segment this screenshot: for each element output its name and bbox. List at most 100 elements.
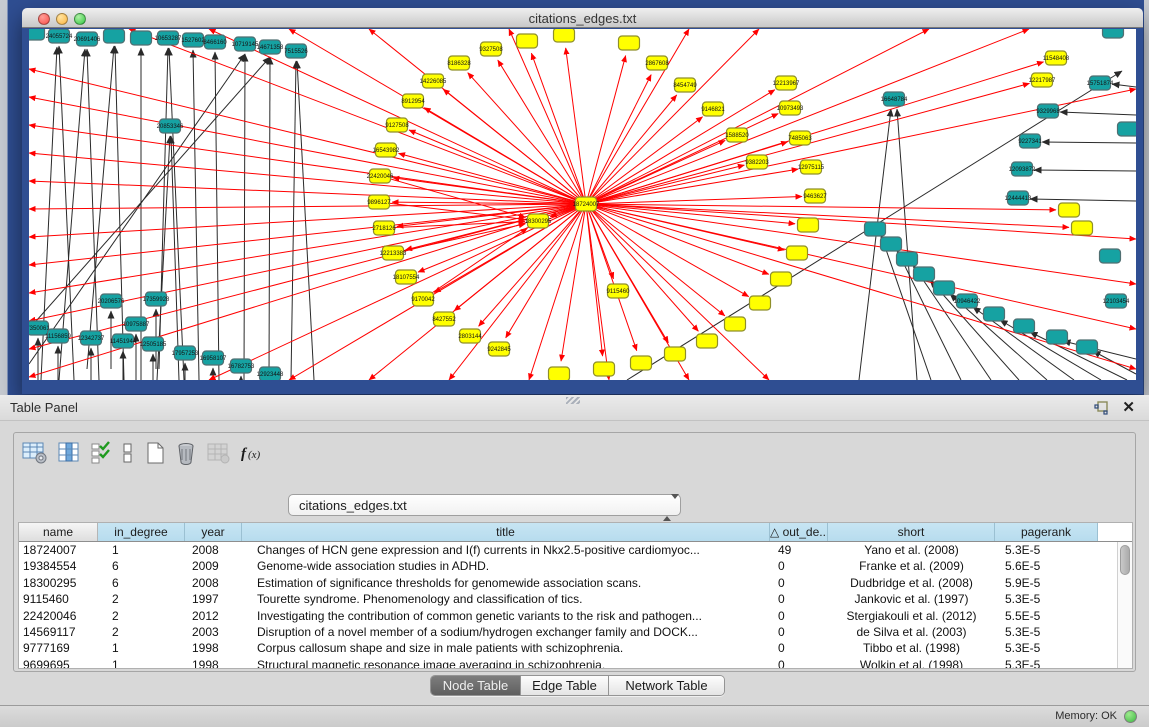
graph-edge[interactable] [586, 204, 1069, 227]
table-cell[interactable]: 2008 [185, 575, 242, 591]
graph-node[interactable]: 12093872 [1009, 162, 1036, 176]
graph-node[interactable]: 10719145 [232, 37, 259, 51]
graph-edge[interactable] [586, 62, 1044, 204]
table-cell[interactable]: Stergiakouli et al. (2012) [828, 608, 995, 624]
graph-node[interactable]: 9127508 [385, 118, 409, 132]
graph-node[interactable]: 18300295 [525, 214, 552, 228]
graph-node[interactable]: 14671358 [257, 40, 284, 54]
graph-node[interactable] [1072, 221, 1093, 235]
graph-edge[interactable] [1112, 84, 1136, 87]
table-vertical-scrollbar[interactable] [1117, 542, 1132, 668]
graph-edge[interactable] [29, 204, 586, 293]
graph-node[interactable]: 10973493 [777, 101, 804, 115]
graph-node[interactable] [865, 222, 886, 236]
table-cell[interactable]: Investigating the contribution of common… [242, 608, 770, 624]
graph-node[interactable]: 1527602 [181, 33, 205, 47]
graph-node[interactable] [665, 347, 686, 361]
table-cell[interactable]: 0 [770, 657, 828, 669]
table-cell[interactable]: 5.3E-5 [995, 542, 1098, 558]
function-builder-icon[interactable]: f(x) [239, 441, 265, 470]
graph-node[interactable]: 12444413 [1005, 191, 1032, 205]
table-cell[interactable]: 5.9E-5 [995, 575, 1098, 591]
column-header-year[interactable]: year [185, 523, 242, 541]
column-header-name[interactable]: name [19, 523, 98, 541]
graph-node[interactable]: 7485063 [788, 131, 812, 145]
table-cell[interactable]: 18300295 [19, 575, 98, 591]
table-cell[interactable]: Changes of HCN gene expression and I(f) … [242, 542, 770, 558]
graph-node[interactable]: 16958107 [200, 351, 227, 365]
graph-edge[interactable] [29, 204, 586, 349]
graph-node[interactable]: 10653287 [155, 31, 182, 45]
graph-node[interactable]: 24055724 [46, 29, 73, 43]
delete-column-trash-icon[interactable] [175, 441, 197, 470]
graph-node[interactable] [594, 362, 615, 376]
graph-edge[interactable] [29, 204, 586, 209]
table-cell[interactable]: 1 [98, 640, 185, 656]
graph-node[interactable]: 11156859 [45, 329, 71, 343]
graph-node[interactable]: 10946422 [954, 294, 981, 308]
graph-node[interactable] [131, 31, 152, 45]
graph-edge[interactable] [586, 204, 1136, 284]
graph-node[interactable] [1014, 319, 1035, 333]
column-display-icon[interactable] [57, 441, 81, 470]
graph-node[interactable]: 9227341 [1018, 134, 1042, 148]
table-cell[interactable]: 9115460 [19, 591, 98, 607]
graph-node[interactable] [750, 296, 771, 310]
graph-node[interactable]: 10975887 [123, 317, 150, 331]
table-cell[interactable]: 5.6E-5 [995, 558, 1098, 574]
graph-node[interactable]: 2718126 [372, 221, 396, 235]
table-cell[interactable]: 0 [770, 608, 828, 624]
table-cell[interactable]: 6 [98, 558, 185, 574]
graph-edge[interactable] [1030, 199, 1136, 201]
table-cell[interactable]: 2008 [185, 542, 242, 558]
memory-ok-indicator[interactable] [1124, 710, 1137, 723]
tab-node-table[interactable]: Node Table [431, 676, 521, 695]
table-row[interactable]: 977716911998Corpus callosum shape and si… [19, 640, 1132, 656]
table-cell[interactable]: Tibbo et al. (1998) [828, 640, 995, 656]
graph-node[interactable] [984, 307, 1005, 321]
graph-node[interactable]: 14226085 [420, 74, 447, 88]
graph-edge[interactable] [449, 204, 586, 380]
graph-node[interactable]: 2867608 [645, 56, 669, 70]
graph-node[interactable]: 8186328 [447, 56, 471, 70]
graph-edge[interactable] [291, 61, 296, 380]
graph-node[interactable] [725, 317, 746, 331]
graph-node[interactable]: 9327508 [479, 42, 503, 56]
table-cell[interactable]: Wolkin et al. (1998) [828, 657, 995, 669]
graph-node[interactable]: 9170042 [411, 292, 435, 306]
table-cell[interactable]: Tourette syndrome. Phenomenology and cla… [242, 591, 770, 607]
table-cell[interactable]: Dudbridge et al. (2008) [828, 575, 995, 591]
graph-node[interactable]: 22420046 [367, 169, 394, 183]
graph-edge[interactable] [129, 29, 586, 204]
float-window-icon[interactable] [1093, 400, 1109, 416]
graph-node[interactable] [697, 334, 718, 348]
table-cell[interactable]: Structural magnetic resonance image aver… [242, 657, 770, 669]
graph-edge[interactable] [1030, 332, 1127, 380]
graph-node[interactable]: 11548408 [1043, 51, 1070, 65]
close-panel-icon[interactable]: ✕ [1122, 398, 1135, 416]
tab-edge-table[interactable]: Edge Table [521, 676, 609, 695]
graph-node[interactable] [1100, 249, 1121, 263]
graph-node[interactable] [631, 356, 652, 370]
table-cell[interactable]: 6 [98, 575, 185, 591]
graph-node[interactable]: 9382203 [745, 155, 769, 169]
graph-node[interactable] [1047, 330, 1068, 344]
table-row[interactable]: 1830029562008Estimation of significance … [19, 575, 1132, 591]
table-cell[interactable]: 1998 [185, 640, 242, 656]
graph-edge[interactable] [193, 50, 199, 380]
graph-edge[interactable] [269, 57, 270, 380]
graph-edge[interactable] [169, 48, 184, 380]
graph-edge[interactable] [586, 204, 698, 331]
table-cell[interactable]: de Silva et al. (2003) [828, 624, 995, 640]
graph-node[interactable] [554, 29, 575, 42]
graph-node[interactable]: 7515526 [284, 44, 308, 58]
graph-node[interactable] [1059, 203, 1080, 217]
graph-node[interactable]: 12217987 [1029, 73, 1056, 87]
table-settings-icon[interactable] [22, 441, 48, 470]
table-cell[interactable]: 5.3E-5 [995, 591, 1098, 607]
graph-edge[interactable] [529, 204, 586, 380]
graph-node[interactable]: 12975115 [798, 160, 825, 174]
table-cell[interactable]: Jankovic et al. (1997) [828, 591, 995, 607]
splitter-handle[interactable] [566, 397, 580, 404]
network-window[interactable]: citations_edges.txt 18724007183002959327… [22, 8, 1143, 394]
